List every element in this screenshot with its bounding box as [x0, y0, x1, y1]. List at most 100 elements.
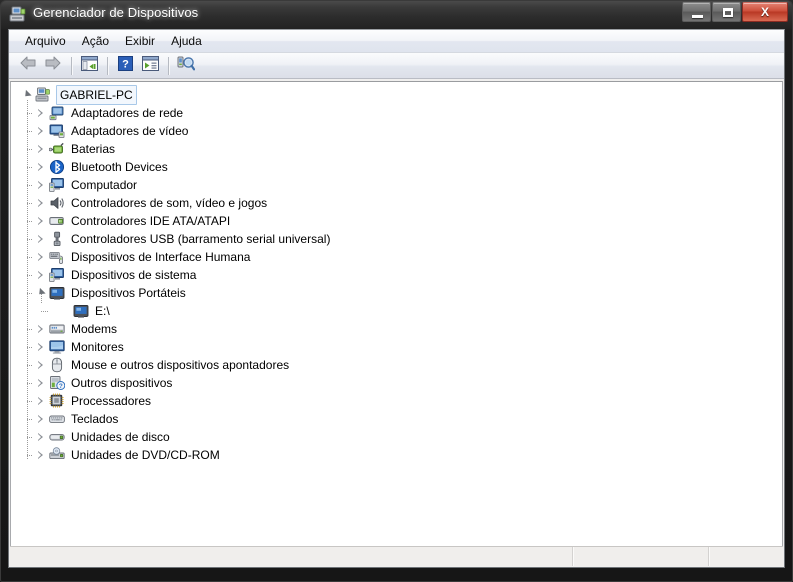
- help-icon: ?: [117, 55, 133, 76]
- back-button[interactable]: [16, 55, 40, 77]
- expander-none: [57, 302, 73, 320]
- tree-connector-stub: [27, 167, 33, 168]
- tree-subitem-e[interactable]: E:\: [11, 302, 782, 320]
- client-area: Arquivo Ação Exibir Ajuda ? GABRIEL-PC A…: [8, 29, 785, 568]
- expander-expand-icon[interactable]: [33, 104, 49, 122]
- tree-item-unidades-de-disco[interactable]: Unidades de disco: [11, 428, 782, 446]
- computer-tower-icon: [35, 87, 51, 103]
- tree-item-controladores-ide-ata-atapi[interactable]: Controladores IDE ATA/ATAPI: [11, 212, 782, 230]
- tree-item-modems[interactable]: Modems: [11, 320, 782, 338]
- expander-expand-icon[interactable]: [33, 338, 49, 356]
- tree-item-dispositivos-port-teis[interactable]: Dispositivos Portáteis: [11, 284, 782, 302]
- expander-expand-icon[interactable]: [33, 140, 49, 158]
- expander-expand-icon[interactable]: [33, 392, 49, 410]
- tree-item-label: Computador: [71, 178, 138, 192]
- expander-expand-icon[interactable]: [33, 356, 49, 374]
- menu-exibir[interactable]: Exibir: [117, 31, 163, 52]
- tree-item-bluetooth-devices[interactable]: Bluetooth Devices: [11, 158, 782, 176]
- tree-item-label: Teclados: [71, 412, 119, 426]
- tree-item-monitores[interactable]: Monitores: [11, 338, 782, 356]
- tree-connector-stub: [27, 275, 33, 276]
- tree-item-processadores[interactable]: Processadores: [11, 392, 782, 410]
- scan-for-hardware-changes-button[interactable]: [174, 55, 198, 77]
- close-icon: X: [760, 5, 769, 19]
- expander-expand-icon[interactable]: [33, 410, 49, 428]
- tree-connector-stub: [27, 257, 33, 258]
- mouse-icon: [49, 357, 65, 373]
- system-device-icon: [49, 267, 65, 283]
- menu-arquivo[interactable]: Arquivo: [17, 31, 74, 52]
- forward-button[interactable]: [41, 55, 65, 77]
- tree-connector-stub: [27, 401, 33, 402]
- expander-expand-icon[interactable]: [33, 158, 49, 176]
- properties-button[interactable]: [138, 55, 162, 77]
- monitor-icon: [49, 339, 65, 355]
- scan-for-hardware-changes-icon: [177, 55, 196, 76]
- tree-item-mouse-e-outros-dispositivos-apontadores[interactable]: Mouse e outros dispositivos apontadores: [11, 356, 782, 374]
- tree-connector-line: [27, 100, 28, 460]
- expander-expand-icon[interactable]: [33, 446, 49, 464]
- expander-expand-icon[interactable]: [33, 194, 49, 212]
- tree-connector-line-child: [41, 294, 42, 303]
- tree-connector-stub: [27, 239, 33, 240]
- tree-item-baterias[interactable]: Baterias: [11, 140, 782, 158]
- separator-3: [168, 56, 169, 75]
- expander-expand-icon[interactable]: [33, 212, 49, 230]
- tree-item-controladores-usb-barramento-serial-universal[interactable]: Controladores USB (barramento serial uni…: [11, 230, 782, 248]
- tree-item-label: Dispositivos de Interface Humana: [71, 250, 251, 264]
- help-button[interactable]: ?: [113, 55, 137, 77]
- tree-item-label: E:\: [95, 304, 110, 318]
- device-tree: GABRIEL-PC Adaptadores de rede Adaptadores…: [11, 82, 782, 464]
- tree-item-unidades-de-dvd-cd-rom[interactable]: Unidades de DVD/CD-ROM: [11, 446, 782, 464]
- expander-expand-icon[interactable]: [33, 122, 49, 140]
- expander-expand-icon[interactable]: [33, 176, 49, 194]
- tree-item-computador[interactable]: Computador: [11, 176, 782, 194]
- tree-item-label: Unidades de disco: [71, 430, 170, 444]
- svg-text:?: ?: [122, 58, 129, 70]
- separator-2: [107, 56, 108, 75]
- tree-item-label: Unidades de DVD/CD-ROM: [71, 448, 220, 462]
- svg-text:?: ?: [59, 383, 63, 390]
- tree-item-adaptadores-de-v-deo[interactable]: Adaptadores de vídeo: [11, 122, 782, 140]
- usb-icon: [49, 231, 65, 247]
- modem-icon: [49, 321, 65, 337]
- status-pane-1: [10, 547, 573, 566]
- menu-acao[interactable]: Ação: [74, 31, 117, 52]
- tree-item-label: Bluetooth Devices: [71, 160, 168, 174]
- minimize-button[interactable]: [682, 2, 711, 22]
- expander-expand-icon[interactable]: [33, 428, 49, 446]
- tree-item-label: Dispositivos de sistema: [71, 268, 197, 282]
- tree-item-dispositivos-de-sistema[interactable]: Dispositivos de sistema: [11, 266, 782, 284]
- device-manager-icon: [9, 6, 27, 23]
- keyboard-icon: [49, 411, 65, 427]
- expander-expand-icon[interactable]: [33, 374, 49, 392]
- tree-connector-stub: [27, 185, 33, 186]
- expander-expand-icon[interactable]: [33, 248, 49, 266]
- expander-expand-icon[interactable]: [33, 320, 49, 338]
- tree-item-outros-dispositivos[interactable]: ? Outros dispositivos: [11, 374, 782, 392]
- disk-drive-icon: [49, 429, 65, 445]
- properties-icon: [141, 55, 159, 76]
- close-button[interactable]: X: [742, 2, 788, 22]
- tree-item-dispositivos-de-interface-humana[interactable]: Dispositivos de Interface Humana: [11, 248, 782, 266]
- show-hide-console-tree-button[interactable]: [77, 55, 101, 77]
- title-bar[interactable]: Gerenciador de Dispositivos X: [0, 0, 793, 29]
- expander-expand-icon[interactable]: [33, 230, 49, 248]
- tree-item-adaptadores-de-rede[interactable]: Adaptadores de rede: [11, 104, 782, 122]
- tree-root-gabriel-pc[interactable]: GABRIEL-PC: [11, 85, 782, 105]
- bluetooth-icon: [49, 159, 65, 175]
- tree-item-controladores-de-som-v-deo-e-jogos[interactable]: Controladores de som, vídeo e jogos: [11, 194, 782, 212]
- tree-item-label: Modems: [71, 322, 118, 336]
- expander-expand-icon[interactable]: [33, 266, 49, 284]
- device-tree-panel[interactable]: GABRIEL-PC Adaptadores de rede Adaptadores…: [10, 81, 783, 549]
- network-adapter-icon: [49, 105, 65, 121]
- menu-ajuda[interactable]: Ajuda: [163, 31, 210, 52]
- maximize-button[interactable]: [712, 2, 741, 22]
- tree-item-teclados[interactable]: Teclados: [11, 410, 782, 428]
- display-adapter-icon: [49, 123, 65, 139]
- tree-item-label: Adaptadores de rede: [71, 106, 184, 120]
- tree-connector-stub: [27, 365, 33, 366]
- window-controls: X: [681, 2, 788, 23]
- toolbar: ?: [9, 53, 784, 79]
- forward-arrow-icon: [44, 55, 62, 76]
